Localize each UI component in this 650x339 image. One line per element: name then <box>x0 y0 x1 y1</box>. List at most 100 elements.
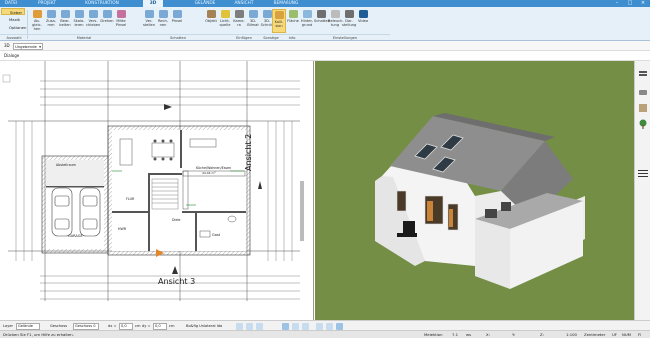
lichtquelle-label: Licht-quelle <box>219 19 231 27</box>
view-prefix: 3D <box>4 43 10 48</box>
group-auswahl: Auswahl <box>0 34 28 40</box>
tab-ansicht[interactable]: ANSICHT <box>230 0 258 7</box>
hintergrund-button[interactable]: Hinter-grund <box>300 9 314 33</box>
lichtquelle-icon <box>220 9 231 19</box>
group-schatten: Schatten <box>140 34 216 40</box>
beleuchtung-label: Beleuch-tung <box>328 19 344 27</box>
bathtub-icon[interactable] <box>638 87 648 97</box>
panel-toggle-icon[interactable] <box>638 168 648 178</box>
pinsel-label: Pinsel <box>171 19 183 23</box>
rechnen-icon <box>158 9 169 19</box>
kollision-button[interactable]: Kolli-sion <box>272 9 286 33</box>
terrain-combo[interactable]: Ungebende ▾ <box>13 42 43 50</box>
verstellen-label: Ver-stellen <box>143 19 155 27</box>
3d-bilmat-button[interactable]: 3D-Bilmat <box>246 9 260 33</box>
dy-input-value: 0,0 <box>155 323 161 328</box>
group-einstellungen: Einstellungen <box>300 34 390 40</box>
view-iso-icon[interactable] <box>336 322 343 330</box>
abgleichen-button[interactable]: Ab­gleic-hen <box>30 9 44 33</box>
minimize-icon[interactable]: – <box>610 0 624 7</box>
floor-plan-view[interactable]: Küche/Wohnen/Essen 44,04 m² GARAGE Diele… <box>0 61 314 320</box>
darstellung-icon <box>344 9 355 19</box>
view-label-ansicht2-text: Ansicht 2 <box>244 133 253 171</box>
view-label-ansicht2: Ansicht 2 <box>244 134 253 171</box>
side-item-label: Sieber <box>10 10 23 15</box>
geschoss-select[interactable]: Geschoss 0 <box>73 322 99 330</box>
room-label-flur: FLUR <box>126 197 135 201</box>
verschieben-button[interactable]: Vers-chieben <box>86 9 100 33</box>
layer-select[interactable]: Gelände <box>16 322 40 330</box>
side-item-maxik[interactable]: Maxik <box>1 16 25 23</box>
dy-input[interactable]: 0,0 <box>153 322 167 330</box>
lichtquelle-button[interactable]: Licht-quelle <box>218 9 232 33</box>
pinsel-button[interactable]: Pinsel <box>170 9 184 33</box>
flaeche-button[interactable]: Fläche <box>286 9 300 33</box>
view-toolbar: 3D Ungebende ▾ <box>0 41 650 51</box>
3d-bilmat-label: 3D-Bilmat <box>247 19 259 27</box>
close-icon[interactable]: × <box>636 0 650 7</box>
chevron-down-icon: ▾ <box>39 43 41 49</box>
abgleichen-icon <box>32 9 43 19</box>
3d-view[interactable] <box>315 61 634 320</box>
3d-bilmat-icon <box>248 9 259 19</box>
zusammen-button[interactable]: Zusa-mm <box>44 9 58 33</box>
side-item-label: Optionen <box>9 25 27 30</box>
skalieren-label: Skala-ieren <box>73 19 85 27</box>
side-item-optionen[interactable]: Optionen <box>1 24 27 31</box>
rechnen-label: Rech-nen <box>157 19 169 27</box>
darstellung-button[interactable]: Dar-stellung <box>342 9 356 33</box>
measure-icon[interactable] <box>302 322 309 330</box>
snap-icon[interactable] <box>236 322 243 330</box>
objekt-button[interactable]: Objekt <box>204 9 218 33</box>
zusammen-icon <box>46 9 57 19</box>
tab-projekt[interactable]: PROJEKT <box>34 0 60 7</box>
mitte-pinsel-button[interactable]: Mitte Pinsel <box>114 9 128 33</box>
bottom-toolbar: Layer Gelände Geschoss Geschoss 0 dx = 0… <box>0 320 650 330</box>
kamera-button[interactable]: Kame-ra <box>232 9 246 33</box>
tree-icon[interactable] <box>638 119 648 129</box>
tab-dialoge[interactable]: Dialoge <box>4 53 19 58</box>
room-label-gast: Gast <box>212 233 221 237</box>
ribbon: Sieber Maxik Optionen Ab­gleic-hen Zusa-m… <box>0 7 650 41</box>
plan-scrollbar[interactable] <box>300 181 304 241</box>
tab-bemassung[interactable]: BEMAßUNG <box>268 0 304 7</box>
maximize-icon[interactable]: □ <box>623 0 637 7</box>
video-button[interactable]: Video <box>356 9 370 33</box>
side-item-sieber[interactable]: Sieber <box>1 8 25 15</box>
tab-3d[interactable]: 3D <box>143 0 163 7</box>
layers-icon[interactable] <box>638 69 648 79</box>
view-side-icon[interactable] <box>326 322 333 330</box>
layer-label: Layer <box>3 324 14 328</box>
kollision-icon <box>274 10 285 20</box>
room-label-diele: Diele <box>172 218 181 222</box>
beleuchtung-icon <box>330 9 341 19</box>
darstellung-label: Dar-stellung <box>342 19 357 27</box>
rechnen-button[interactable]: Rech-nen <box>156 9 170 33</box>
texture-icon[interactable] <box>638 103 648 113</box>
ortho-icon[interactable] <box>256 322 263 330</box>
skalieren-button[interactable]: Skala-ieren <box>72 9 86 33</box>
dx-input-value: 0,0 <box>121 323 127 328</box>
bearbeiten-label: Bear-beiten <box>59 19 71 27</box>
tab-datei[interactable]: DATEI <box>2 0 20 7</box>
dx-input[interactable]: 0,0 <box>119 322 133 330</box>
magnet-icon[interactable] <box>282 322 289 330</box>
view-front-icon[interactable] <box>316 322 323 330</box>
tab-gelaende[interactable]: GELÄNDE <box>190 0 220 7</box>
verstellen-icon <box>144 9 155 19</box>
room-label-hwr: HWR <box>118 227 127 231</box>
video-icon <box>358 9 369 19</box>
drehen-icon <box>102 9 113 19</box>
schatten-button[interactable]: Schatten <box>314 9 330 33</box>
verstellen-button[interactable]: Ver-stellen <box>142 9 156 33</box>
floor-plan-drawing <box>2 61 300 301</box>
drehen-button[interactable]: Drehen <box>100 9 114 33</box>
flaeche-label: Fläche <box>287 19 299 23</box>
grid-icon[interactable] <box>246 322 253 330</box>
hintergrund-label: Hinter-grund <box>300 19 314 27</box>
zoom-icon[interactable] <box>292 322 299 330</box>
beleuchtung-button[interactable]: Beleuch-tung <box>328 9 344 33</box>
bearbeiten-button[interactable]: Bear-beiten <box>58 9 72 33</box>
drehen-label: Drehen <box>100 19 114 23</box>
tab-konstruktion[interactable]: KONSTRUKTION <box>82 0 122 7</box>
